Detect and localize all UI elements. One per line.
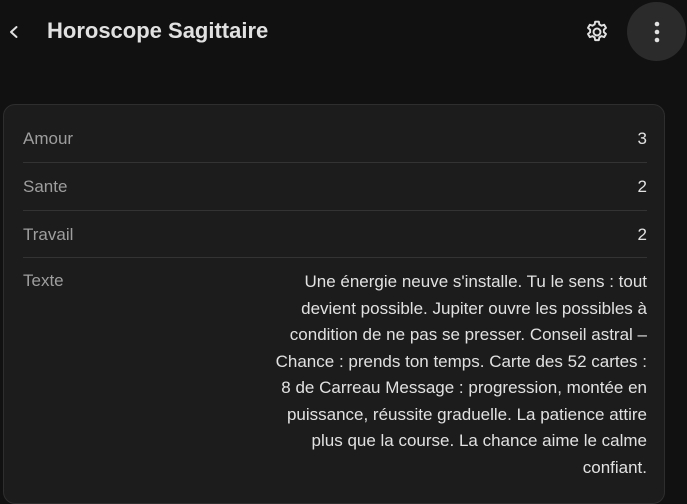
row-label: Amour (23, 129, 74, 148)
back-button[interactable] (0, 8, 28, 56)
row-sante: Sante 2 (23, 163, 647, 211)
row-travail: Travail 2 (23, 211, 647, 258)
row-value: 2 (637, 177, 647, 196)
row-label: Sante (23, 177, 68, 196)
app-toolbar: Horoscope Sagittaire (0, 0, 687, 64)
settings-button[interactable] (573, 8, 621, 56)
row-label: Travail (23, 225, 74, 244)
row-label: Texte (23, 271, 64, 290)
row-amour: Amour 3 (23, 115, 647, 163)
chevron-left-icon (10, 26, 18, 38)
row-value: 2 (637, 225, 647, 244)
more-vertical-icon (654, 21, 659, 42)
row-value: 3 (637, 129, 647, 148)
more-options-button[interactable] (627, 2, 686, 61)
gear-icon (587, 20, 607, 42)
horoscope-text: Une énergie neuve s'installe. Tu le sens… (275, 272, 647, 477)
row-texte: Texte Une énergie neuve s'installe. Tu l… (23, 258, 647, 488)
page-title: Horoscope Sagittaire (47, 18, 269, 43)
horoscope-card: Amour 3 Sante 2 Travail 2 Texte Une éner… (3, 104, 665, 504)
